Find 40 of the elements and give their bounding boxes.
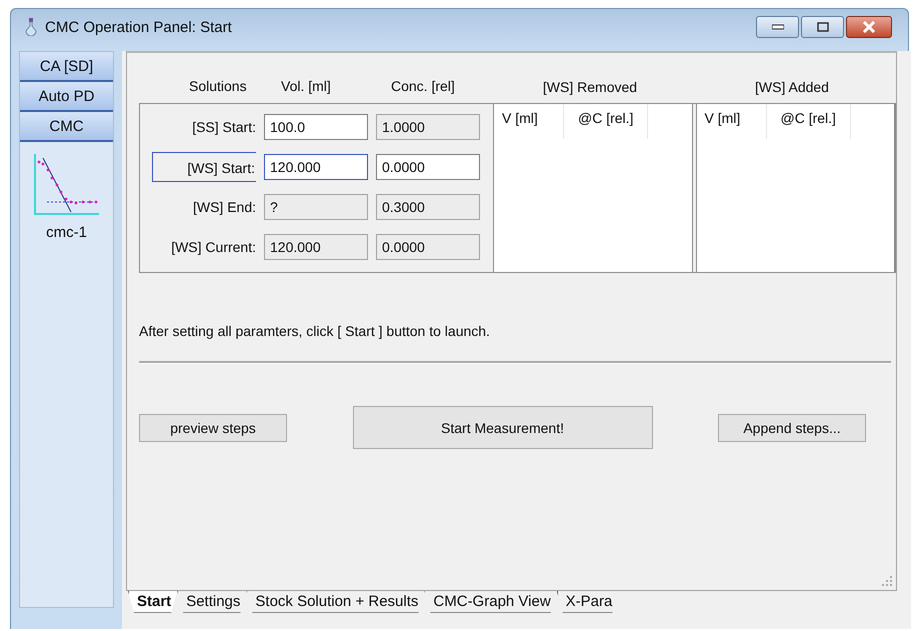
- sidebar-button[interactable]: Auto PD: [20, 82, 113, 112]
- minimize-icon: [772, 24, 784, 30]
- input-field[interactable]: 0.0000: [376, 154, 480, 180]
- instruction-text: After setting all paramters, click [ Start ] button to launch.: [139, 323, 491, 339]
- close-icon: [862, 21, 876, 33]
- sidebar-button[interactable]: CMC: [20, 112, 113, 142]
- resize-grip-icon: [882, 576, 892, 586]
- action-button[interactable]: preview steps: [139, 414, 287, 442]
- list-column-header[interactable]: V [ml]: [494, 104, 564, 139]
- thumbnail-caption: cmc-1: [46, 224, 87, 241]
- maximize-icon: [816, 22, 828, 32]
- action-button[interactable]: Append steps...: [718, 414, 866, 442]
- window-title: CMC Operation Panel: Start: [45, 18, 232, 36]
- list-column-header[interactable]: @C [rel.]: [564, 104, 648, 139]
- flask-icon: [25, 18, 37, 36]
- column-header: Conc. [rel]: [391, 78, 455, 94]
- row-label: [WS] End:: [192, 198, 256, 217]
- list-column-header[interactable]: V [ml]: [696, 104, 766, 139]
- list-column-header[interactable]: @C [rel.]: [766, 104, 850, 139]
- sidebar-button[interactable]: CA [SD]: [20, 52, 113, 82]
- tab[interactable]: Start: [128, 591, 178, 613]
- row-label: [SS] Start:: [191, 118, 256, 137]
- column-header: Solutions: [189, 78, 247, 94]
- input-field[interactable]: 120.000: [264, 234, 368, 260]
- input-field[interactable]: 0.3000: [376, 194, 480, 220]
- input-field[interactable]: 1.0000: [376, 114, 480, 140]
- input-field[interactable]: 0.0000: [376, 234, 480, 260]
- input-field[interactable]: ?: [264, 194, 368, 220]
- action-button[interactable]: Start Measurement!: [352, 406, 652, 449]
- input-field[interactable]: 100.0: [264, 114, 368, 140]
- maximize-button[interactable]: [801, 16, 844, 38]
- column-header: Vol. [ml]: [281, 78, 331, 94]
- list-title: [WS] Removed: [542, 79, 638, 95]
- list-title: [WS] Added: [754, 79, 830, 95]
- chart-thumbnail-drawing: [32, 152, 100, 218]
- close-button[interactable]: [846, 16, 892, 38]
- row-label: [WS] Current:: [170, 238, 256, 257]
- input-field[interactable]: 120.000: [264, 154, 368, 180]
- row-label: [WS] Start:: [152, 152, 256, 182]
- minimize-button[interactable]: [756, 16, 799, 38]
